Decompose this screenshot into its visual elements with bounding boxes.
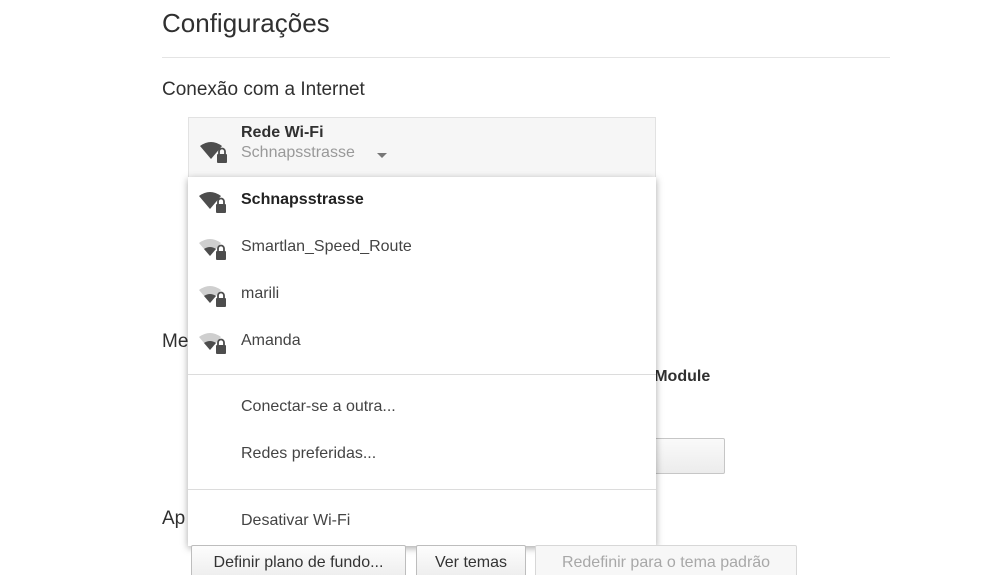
set-background-button[interactable]: Definir plano de fundo... xyxy=(191,545,406,575)
network-item-smartlan[interactable]: Smartlan_Speed_Route xyxy=(188,228,656,268)
chevron-down-icon[interactable] xyxy=(377,153,387,158)
section-appearance-heading-partial: Ap xyxy=(162,508,186,529)
wifi-network-title: Rede Wi-Fi xyxy=(241,124,324,141)
title-divider xyxy=(162,57,890,58)
wifi-weak-lock-icon xyxy=(198,284,228,315)
wifi-network-selector[interactable]: Rede Wi-Fi Schnapsstrasse xyxy=(188,117,656,177)
reset-theme-button[interactable]: Redefinir para o tema padrão xyxy=(535,545,797,575)
wifi-weak-lock-icon xyxy=(198,237,228,268)
network-item-amanda[interactable]: Amanda xyxy=(188,322,656,362)
current-network-name: Schnapsstrasse xyxy=(241,144,355,161)
wifi-network-dropdown: Schnapsstrasse Smartlan_Speed_Route mari… xyxy=(188,177,656,546)
dropdown-divider xyxy=(188,489,656,490)
network-item-marili[interactable]: marili xyxy=(188,275,656,315)
view-themes-button[interactable]: Ver temas xyxy=(416,545,526,575)
section-heading-partial: Me xyxy=(162,331,189,352)
network-name: Smartlan_Speed_Route xyxy=(241,238,412,255)
disable-wifi-item[interactable]: Desativar Wi-Fi xyxy=(241,512,350,530)
dropdown-divider xyxy=(188,374,656,375)
connect-other-item[interactable]: Conectar-se a outra... xyxy=(241,398,396,416)
network-name: marili xyxy=(241,285,280,302)
preferred-networks-item[interactable]: Redes preferidas... xyxy=(241,445,376,463)
network-item-schnapsstrasse[interactable]: Schnapsstrasse xyxy=(188,181,656,221)
section-internet-heading: Conexão com a Internet xyxy=(162,79,365,100)
wifi-weak-lock-icon xyxy=(198,331,228,362)
page-title: Configurações xyxy=(162,8,330,38)
wifi-lock-icon xyxy=(199,140,229,171)
network-name: Schnapsstrasse xyxy=(241,191,364,208)
wifi-lock-icon xyxy=(198,190,228,221)
network-name: Amanda xyxy=(241,332,301,349)
